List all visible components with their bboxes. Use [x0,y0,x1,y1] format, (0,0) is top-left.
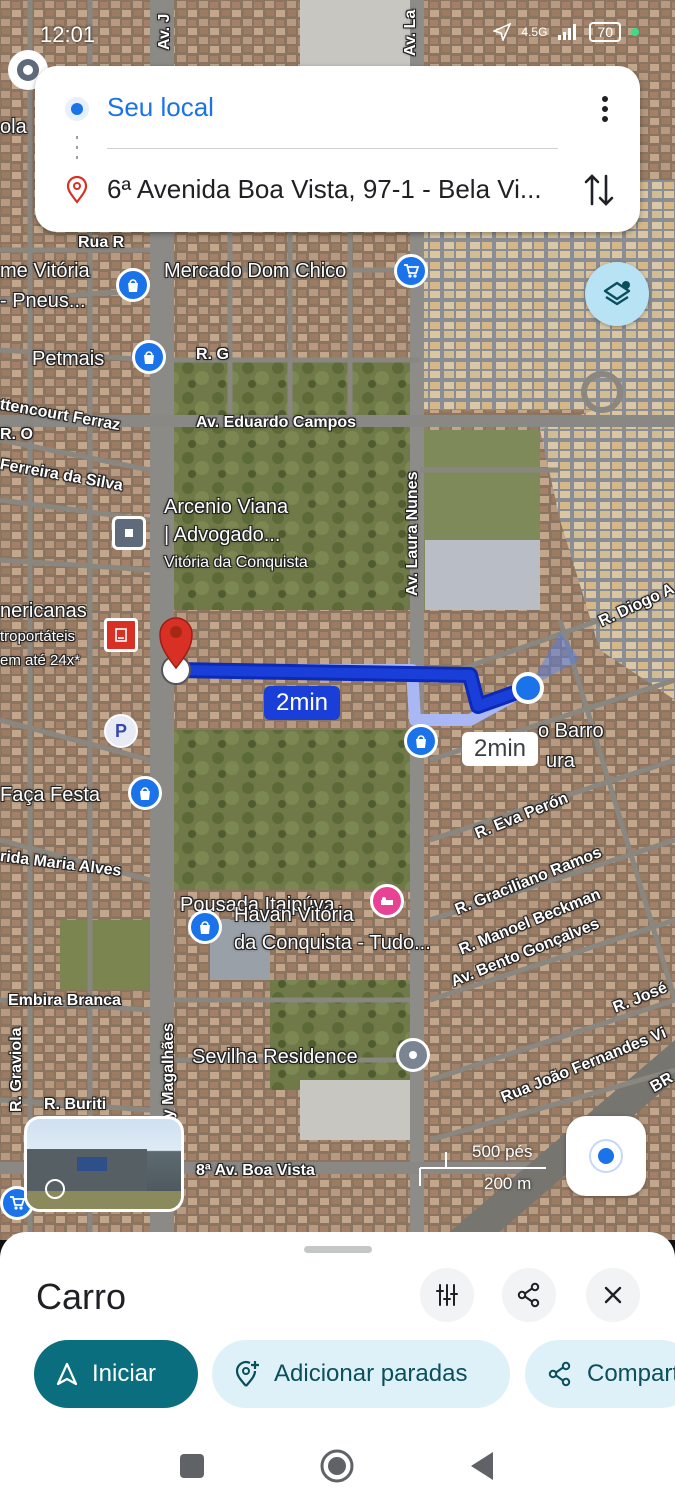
my-location-button[interactable] [566,1116,646,1196]
map-label-buriti: R. Buriti [44,1096,107,1113]
start-label: Iniciar [92,1360,157,1387]
map-label-havan-2[interactable]: da Conquista - Tudo... [234,932,431,955]
map-label-barro[interactable]: o Barro [538,720,604,743]
directions-card: Seu local 6ª Avenida Boa Vista, 97-1 - B… [35,66,640,232]
store-icon[interactable] [104,618,138,652]
shopping-cart-icon[interactable] [394,254,428,288]
route-connector-dots [76,136,78,159]
map-label-arcenio-3: Vitória da Conquista [164,554,308,571]
shopping-bag-icon[interactable] [116,268,150,302]
signal-icon [558,24,577,40]
back-button[interactable] [462,1446,502,1486]
map-label-embira: Embira Branca [8,992,121,1009]
map-label-americanas[interactable]: nericanas [0,600,87,623]
map-label-arcenio-1[interactable]: Arcenio Viana [164,496,288,519]
map-label-eduardo-campos: Av. Eduardo Campos [196,414,357,431]
share-icon [548,1361,571,1387]
home-icon [320,1449,354,1483]
map-label-rg: R. G [196,346,229,363]
shopping-bag-icon[interactable] [188,910,222,944]
map-label-rua-r: Rua R [78,234,125,251]
back-icon [471,1452,493,1480]
business-icon[interactable] [112,516,146,550]
tune-icon [436,1284,458,1306]
map-label-graviola: R. Graviola [8,1027,25,1112]
more-options-icon[interactable] [600,94,610,124]
map-scale: 500 pés 200 m [418,1142,548,1193]
recording-dot-icon [631,28,639,36]
close-button[interactable] [586,1268,640,1322]
scale-bar [419,1152,546,1186]
battery-icon: 70 [589,22,621,42]
add-location-icon [235,1360,259,1387]
shopping-bag-icon[interactable] [132,340,166,374]
map-label-arcenio-2[interactable]: | Advogado... [164,524,280,547]
swap-icon[interactable] [582,170,616,210]
my-location-icon [589,1139,623,1173]
share-label: Compartilhar [587,1360,675,1387]
add-stops-button[interactable]: Adicionar paradas [212,1340,510,1408]
recents-icon [180,1454,204,1478]
destination-field[interactable]: 6ª Avenida Boa Vista, 97-1 - Bela Vi... [107,174,557,205]
start-navigation-button[interactable]: Iniciar [34,1340,198,1408]
map-label-portateis: troportáteis [0,628,76,645]
map-label-vitoria: me Vitória [0,260,90,282]
close-icon [604,1286,622,1304]
map-label-petmais[interactable]: Petmais [32,348,104,371]
navigation-arrow-icon [56,1362,78,1386]
origin-dot-icon [65,97,89,121]
street-view-image [27,1149,181,1209]
navigation-arrow-icon [493,23,512,41]
status-time: 12:01 [40,22,96,47]
recents-button[interactable] [172,1446,212,1486]
map-label-havan-1[interactable]: Havan Vitória [234,904,354,927]
travel-mode-title: Carro [36,1276,127,1317]
route-time-alternate[interactable]: 2min [462,732,539,766]
route-time-primary[interactable]: 2min [264,686,341,720]
layers-icon [603,281,631,306]
parking-icon[interactable]: P [104,714,138,748]
residence-icon[interactable] [396,1038,430,1072]
route-options-button[interactable] [420,1268,474,1322]
map-label-laura-nunes: Av. Laura Nunes [404,471,421,596]
add-stops-label: Adicionar paradas [274,1360,468,1387]
share-icon [517,1282,540,1308]
origin-field[interactable]: Seu local [107,92,214,123]
map-label-ola: ola [0,116,27,138]
map-label-ura: ura [546,750,575,772]
shopping-bag-icon[interactable] [128,776,162,810]
map-label-mercado[interactable]: Mercado Dom Chico [164,260,346,283]
map-label-ate-24x: em até 24x* [0,652,81,669]
map-label-faca-festa[interactable]: Faça Festa [0,784,100,807]
destination-pin-icon [66,176,88,204]
shopping-bag-icon[interactable] [404,724,438,758]
system-navigation-bar [0,1432,675,1500]
street-view-thumbnail[interactable] [24,1116,184,1212]
bottom-sheet: Carro Iniciar Adicionar paradas Compar [0,1232,675,1432]
card-divider [107,148,558,149]
network-type: 4.5G [521,25,548,39]
home-button[interactable] [317,1446,357,1486]
map-label-sevilha[interactable]: Sevilha Residence [192,1046,358,1069]
hotel-icon[interactable] [370,884,404,918]
map-label-boa-vista: 8ª Av. Boa Vista [196,1162,315,1179]
share-chip-button[interactable]: Compartilhar [525,1340,675,1408]
layers-button[interactable] [585,262,649,326]
share-route-button[interactable] [502,1268,556,1322]
map-label-pneus: - Pneus... [0,290,86,312]
map-label-ro: R. O [0,426,33,443]
sheet-drag-handle[interactable] [304,1246,372,1253]
status-bar: 12:01 4.5G 70 [0,0,675,66]
